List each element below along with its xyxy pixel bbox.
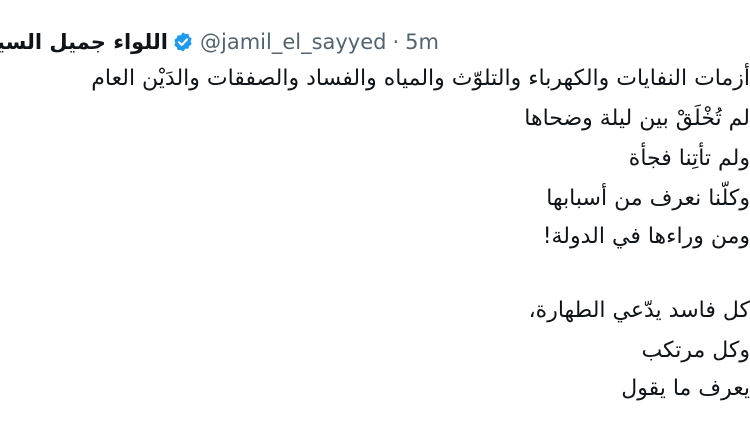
tweet-line: يعرف ما يقول (621, 376, 750, 401)
tweet-line: لم تُخْلَقْ بين ليلة وضحاها (524, 106, 750, 131)
tweet-line: ولم تأتِنا فجأة (628, 146, 750, 171)
tweet-timestamp[interactable]: 5m (405, 30, 439, 54)
tweet-line: وكلّنا نعرف من أسبابها (546, 186, 750, 211)
tweet-line: كل فاسد يدّعي الطهارة، (528, 298, 750, 323)
tweet-line: ومن وراءها في الدولة! (542, 224, 750, 249)
tweet-card: اللواء جميل السيد @jamil_el_sayyed · 5m … (0, 0, 750, 423)
tweet-header: اللواء جميل السيد @jamil_el_sayyed · 5m (0, 26, 439, 58)
author-name[interactable]: اللواء جميل السيد (0, 30, 168, 54)
header-separator: · (392, 30, 400, 54)
author-handle[interactable]: @jamil_el_sayyed (200, 30, 387, 54)
tweet-line: وكل مرتكب (641, 338, 750, 363)
tweet-line: أزمات النفايات والكهرباء والتلوّث والميا… (91, 66, 750, 91)
verified-badge-icon (172, 31, 194, 53)
